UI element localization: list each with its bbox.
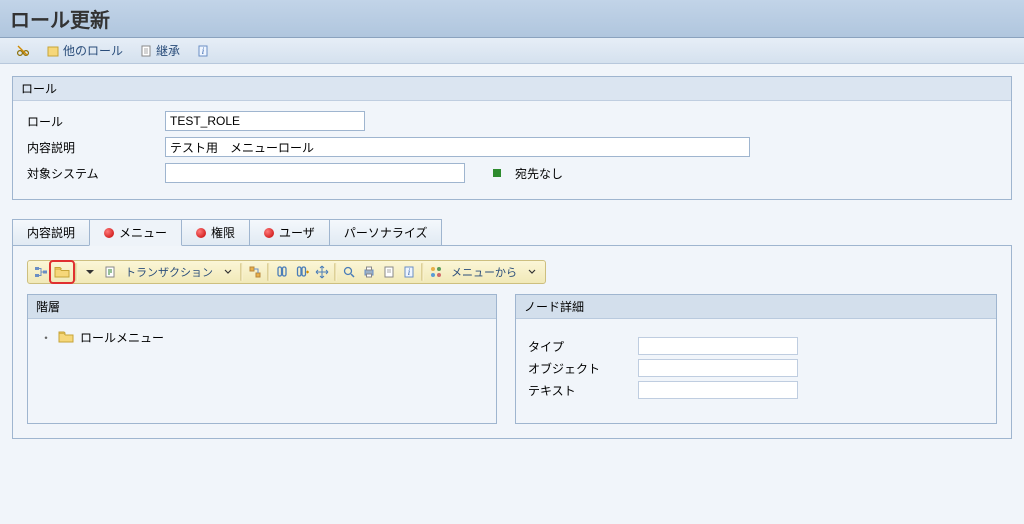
app-toolbar: 他のロール 継承 i (0, 38, 1024, 64)
node-detail-panel: ノード詳細 タイプ オブジェクト テキスト (515, 294, 997, 424)
node-detail-body: タイプ オブジェクト テキスト (516, 319, 996, 411)
hierarchy-body: ・ ロールメニュー (28, 319, 496, 356)
from-menu-dropdown-button[interactable] (522, 262, 542, 282)
tab-user[interactable]: ユーザ (249, 219, 330, 245)
role-group-title: ロール (13, 77, 1011, 101)
toolbar-separator (75, 263, 78, 281)
detail-type-row: タイプ (528, 337, 984, 355)
page-title: ロール更新 (10, 4, 1014, 33)
status-dot-icon (196, 228, 206, 238)
hierarchy-title: 階層 (28, 295, 496, 319)
info-button-2[interactable]: i (399, 262, 419, 282)
tab-strip: 内容説明 メニュー 権限 ユーザ パーソナライズ (12, 218, 1012, 246)
detail-type-value (638, 337, 798, 355)
tab-label: ユーザ (279, 224, 315, 241)
transaction-button[interactable]: トランザクション (120, 262, 218, 282)
folder-icon (58, 330, 74, 346)
hierarchy-view-button[interactable] (31, 262, 51, 282)
role-field-row: ロール (27, 111, 997, 131)
status-dot-icon (264, 228, 274, 238)
role-input[interactable] (165, 111, 365, 131)
from-menu-label: メニューから (451, 264, 517, 280)
tab-authorization[interactable]: 権限 (181, 219, 250, 245)
target-label: 対象システム (27, 165, 157, 182)
detail-text-value (638, 381, 798, 399)
glasses-pencil-icon (16, 44, 30, 58)
status-dot-icon (104, 228, 114, 238)
detail-text-row: テキスト (528, 381, 984, 399)
tab-personalize[interactable]: パーソナライズ (329, 219, 443, 245)
target-field-row: 対象システム 宛先なし (27, 163, 997, 183)
content-area: ロール ロール 内容説明 対象システム 宛先なし 内容説明 (0, 64, 1024, 524)
tree-root-row[interactable]: ・ ロールメニュー (40, 327, 484, 348)
tab-label: 権限 (211, 224, 235, 241)
transaction-dropdown-button[interactable] (218, 262, 238, 282)
dropdown-arrow-button[interactable] (80, 262, 100, 282)
create-folder-button[interactable] (51, 262, 73, 282)
status-indicator-icon (493, 169, 501, 177)
tab-label: パーソナライズ (344, 224, 428, 241)
role-icon (46, 44, 60, 58)
desc-input[interactable] (165, 137, 750, 157)
target-status-text: 宛先なし (515, 165, 563, 182)
menu-toolbar: トランザクション (27, 260, 546, 284)
find-button[interactable] (272, 262, 292, 282)
print-button[interactable] (359, 262, 379, 282)
expand-button[interactable] (339, 262, 359, 282)
inherit-button[interactable]: 継承 (133, 40, 186, 61)
doc-button[interactable] (379, 262, 399, 282)
tabbed-area: 内容説明 メニュー 権限 ユーザ パーソナライズ (12, 218, 1012, 439)
hierarchy-panel: 階層 ・ ロールメニュー (27, 294, 497, 424)
other-role-button[interactable]: 他のロール (40, 40, 129, 61)
desc-field-row: 内容説明 (27, 137, 997, 157)
detail-type-label: タイプ (528, 338, 638, 355)
move-button[interactable] (312, 262, 332, 282)
toggle-display-button[interactable] (10, 42, 36, 60)
tab-menu-panel: トランザクション (12, 246, 1012, 439)
report-button[interactable] (100, 262, 120, 282)
tab-label: メニュー (119, 224, 167, 241)
detail-object-row: オブジェクト (528, 359, 984, 377)
toolbar-separator (240, 263, 243, 281)
panels-row: 階層 ・ ロールメニュー ノード詳細 (27, 294, 997, 424)
desc-label: 内容説明 (27, 139, 157, 156)
other-role-label: 他のロール (63, 42, 123, 59)
distribute-button[interactable] (245, 262, 265, 282)
toolbar-separator (334, 263, 337, 281)
detail-object-value (638, 359, 798, 377)
target-input[interactable] (165, 163, 465, 183)
info-button[interactable]: i (190, 42, 216, 60)
info-icon: i (196, 44, 210, 58)
inherit-label: 継承 (156, 42, 180, 59)
document-icon (139, 44, 153, 58)
toolbar-separator (267, 263, 270, 281)
transaction-label: トランザクション (125, 264, 213, 280)
tab-description[interactable]: 内容説明 (12, 219, 90, 245)
detail-text-label: テキスト (528, 382, 638, 399)
tab-label: 内容説明 (27, 224, 75, 241)
toolbar-separator (421, 263, 424, 281)
tree-bullet-icon: ・ (40, 329, 52, 346)
tab-menu[interactable]: メニュー (89, 219, 182, 246)
detail-object-label: オブジェクト (528, 360, 638, 377)
from-menu-button[interactable]: メニューから (446, 262, 522, 282)
node-detail-title: ノード詳細 (516, 295, 996, 319)
role-group: ロール ロール 内容説明 対象システム 宛先なし (12, 76, 1012, 200)
title-bar: ロール更新 (0, 0, 1024, 38)
tree-root-label: ロールメニュー (80, 329, 164, 346)
from-menu-icon-button[interactable] (426, 262, 446, 282)
find-next-button[interactable] (292, 262, 312, 282)
role-group-body: ロール 内容説明 対象システム 宛先なし (13, 101, 1011, 199)
role-label: ロール (27, 113, 157, 130)
